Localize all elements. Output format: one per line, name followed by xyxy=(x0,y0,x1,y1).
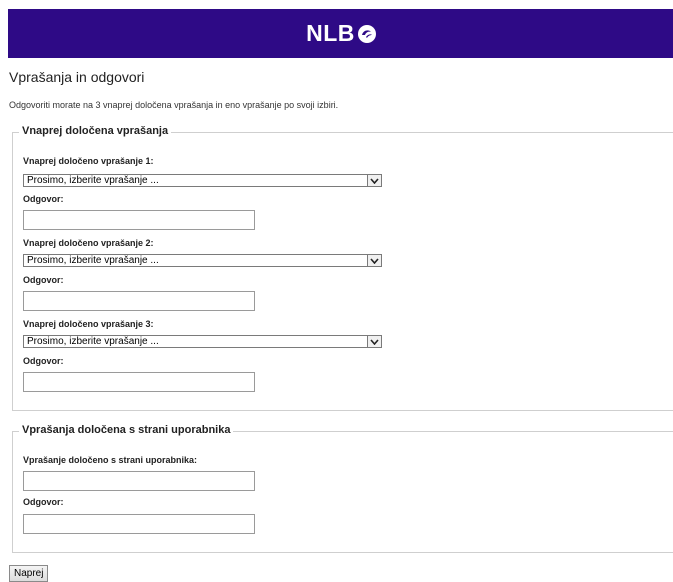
user-question-input[interactable] xyxy=(23,471,255,491)
header-bar: NLB xyxy=(8,9,673,58)
question-2-select[interactable]: Prosimo, izberite vprašanje ... xyxy=(23,254,382,267)
user-answer-label: Odgovor: xyxy=(23,497,64,507)
chevron-down-icon[interactable] xyxy=(367,336,381,347)
logo-text: NLB xyxy=(306,20,355,46)
question-1-label: Vnaprej določeno vprašanje 1: xyxy=(23,156,154,166)
nlb-logo[interactable]: NLB xyxy=(306,20,377,47)
answer-3-input[interactable] xyxy=(23,372,255,392)
question-3-selected: Prosimo, izberite vprašanje ... xyxy=(27,336,159,347)
question-2-selected: Prosimo, izberite vprašanje ... xyxy=(27,255,159,266)
intro-text: Odgovoriti morate na 3 vnaprej določena … xyxy=(9,100,339,110)
question-1-selected: Prosimo, izberite vprašanje ... xyxy=(27,175,159,186)
question-1-select[interactable]: Prosimo, izberite vprašanje ... xyxy=(23,174,382,187)
chevron-down-icon[interactable] xyxy=(367,255,381,266)
answer-2-label: Odgovor: xyxy=(23,275,64,285)
chevron-down-icon[interactable] xyxy=(367,175,381,186)
next-button[interactable]: Naprej xyxy=(9,565,49,582)
answer-3-label: Odgovor: xyxy=(23,356,64,366)
predefined-legend: Vnaprej določena vprašanja xyxy=(19,125,172,137)
question-3-label: Vnaprej določeno vprašanje 3: xyxy=(23,319,154,329)
question-2-label: Vnaprej določeno vprašanje 2: xyxy=(23,238,154,248)
user-answer-input[interactable] xyxy=(23,514,255,534)
nlb-swirl-icon xyxy=(357,24,377,44)
user-question-label: Vprašanje določeno s strani uporabnika: xyxy=(23,455,198,465)
answer-1-label: Odgovor: xyxy=(23,194,64,204)
page-title: Vprašanja in odgovori xyxy=(9,69,145,85)
answer-2-input[interactable] xyxy=(23,291,255,311)
user-defined-legend: Vprašanja določena s strani uporabnika xyxy=(19,424,234,436)
user-defined-fieldset: Vprašanja določena s strani uporabnika xyxy=(12,424,673,553)
answer-1-input[interactable] xyxy=(23,210,255,230)
question-3-select[interactable]: Prosimo, izberite vprašanje ... xyxy=(23,335,382,348)
